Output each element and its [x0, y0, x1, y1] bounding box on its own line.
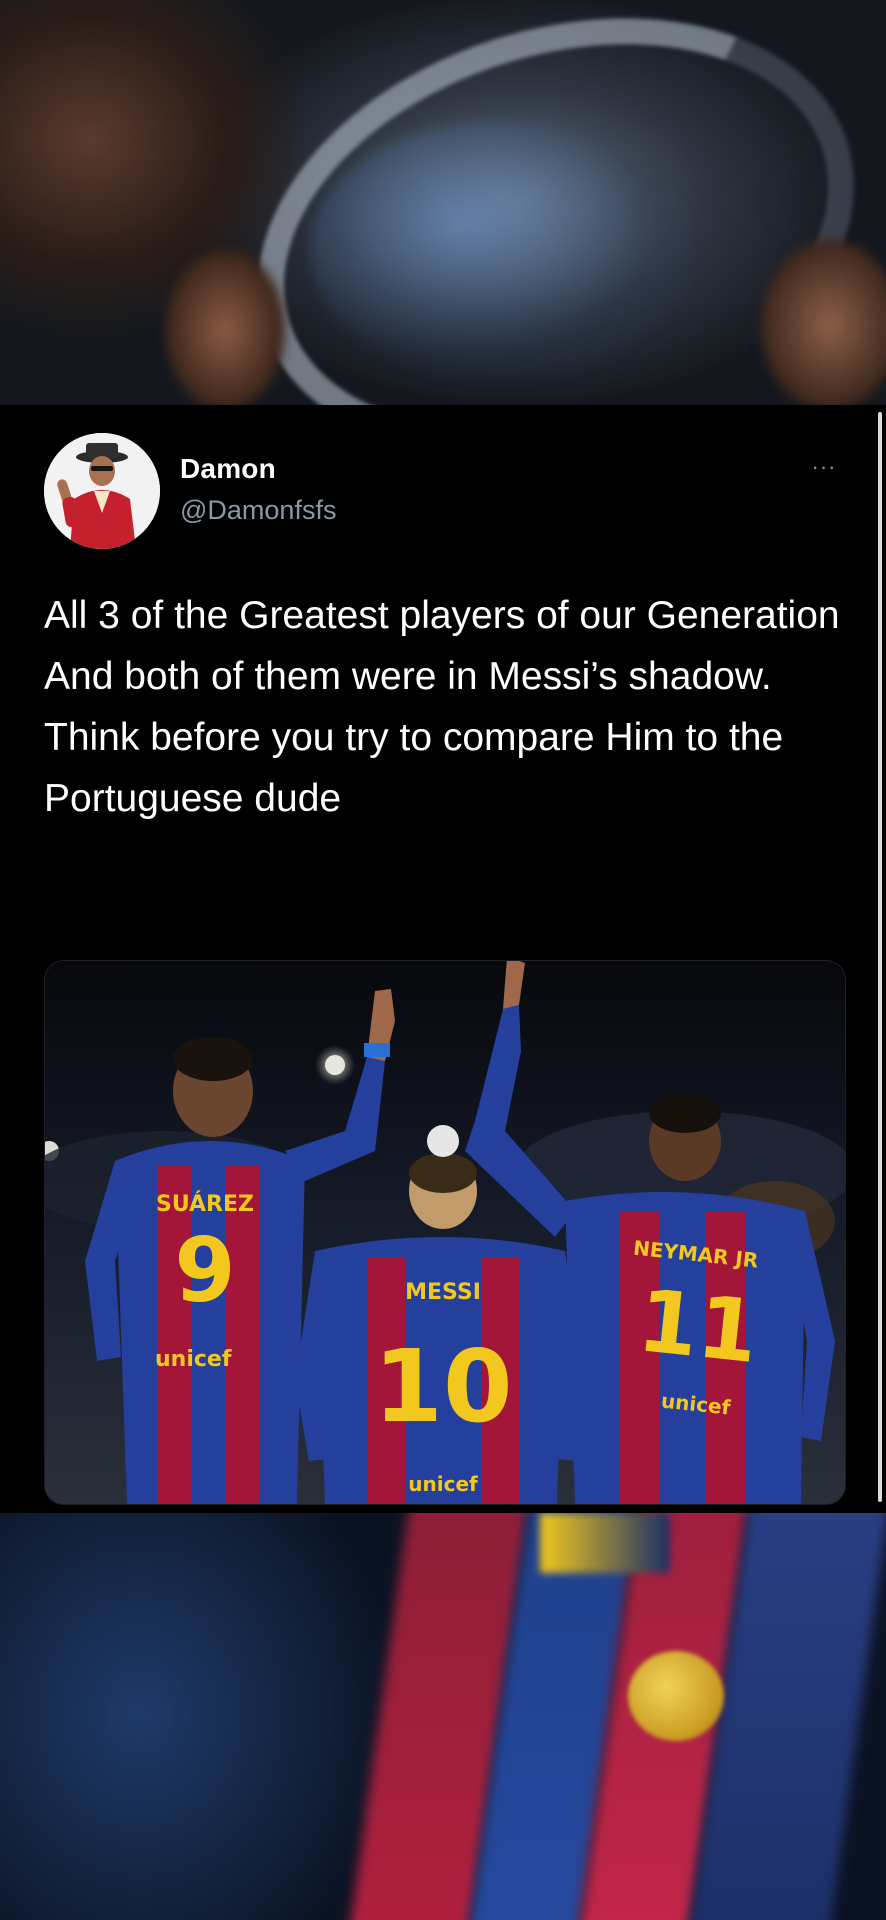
jersey-sponsor-messi: unicef [408, 1472, 478, 1496]
jersey-collar-blur [540, 1513, 670, 1573]
jersey-number-neymar: 11 [633, 1271, 762, 1383]
scrollbar[interactable] [878, 412, 882, 1502]
medal-blur [628, 1651, 724, 1741]
tweet-image[interactable]: SUÁREZ 9 unicef MESSI 10 unicef NEYMAR J… [44, 960, 846, 1505]
tweet-card[interactable]: Damon @Damonfsfs ··· All 3 of the Greate… [0, 405, 886, 1513]
tweet-text: All 3 of the Greatest players of our Gen… [44, 594, 840, 820]
more-horizontal-icon[interactable]: ··· [804, 453, 844, 481]
hand-left-blur [165, 250, 285, 405]
author-name[interactable]: Damon [180, 453, 276, 485]
jersey-number-messi: 10 [373, 1328, 512, 1445]
jersey-number-suarez: 9 [174, 1219, 235, 1322]
hand-right-blur [760, 240, 886, 405]
author-handle[interactable]: @Damonfsfs [180, 495, 336, 526]
football-players-photo: SUÁREZ 9 unicef MESSI 10 unicef NEYMAR J… [45, 961, 845, 1504]
background-bottom-blur [0, 1513, 886, 1920]
jersey-sponsor-suarez: unicef [155, 1347, 232, 1372]
jersey-name-suarez: SUÁREZ [156, 1191, 254, 1217]
background-top-blur [0, 0, 886, 405]
user-avatar-image [44, 433, 160, 549]
jersey-name-messi: MESSI [405, 1280, 481, 1305]
author-avatar[interactable] [44, 433, 160, 549]
video-frame: Damon @Damonfsfs ··· All 3 of the Greate… [0, 0, 886, 1920]
